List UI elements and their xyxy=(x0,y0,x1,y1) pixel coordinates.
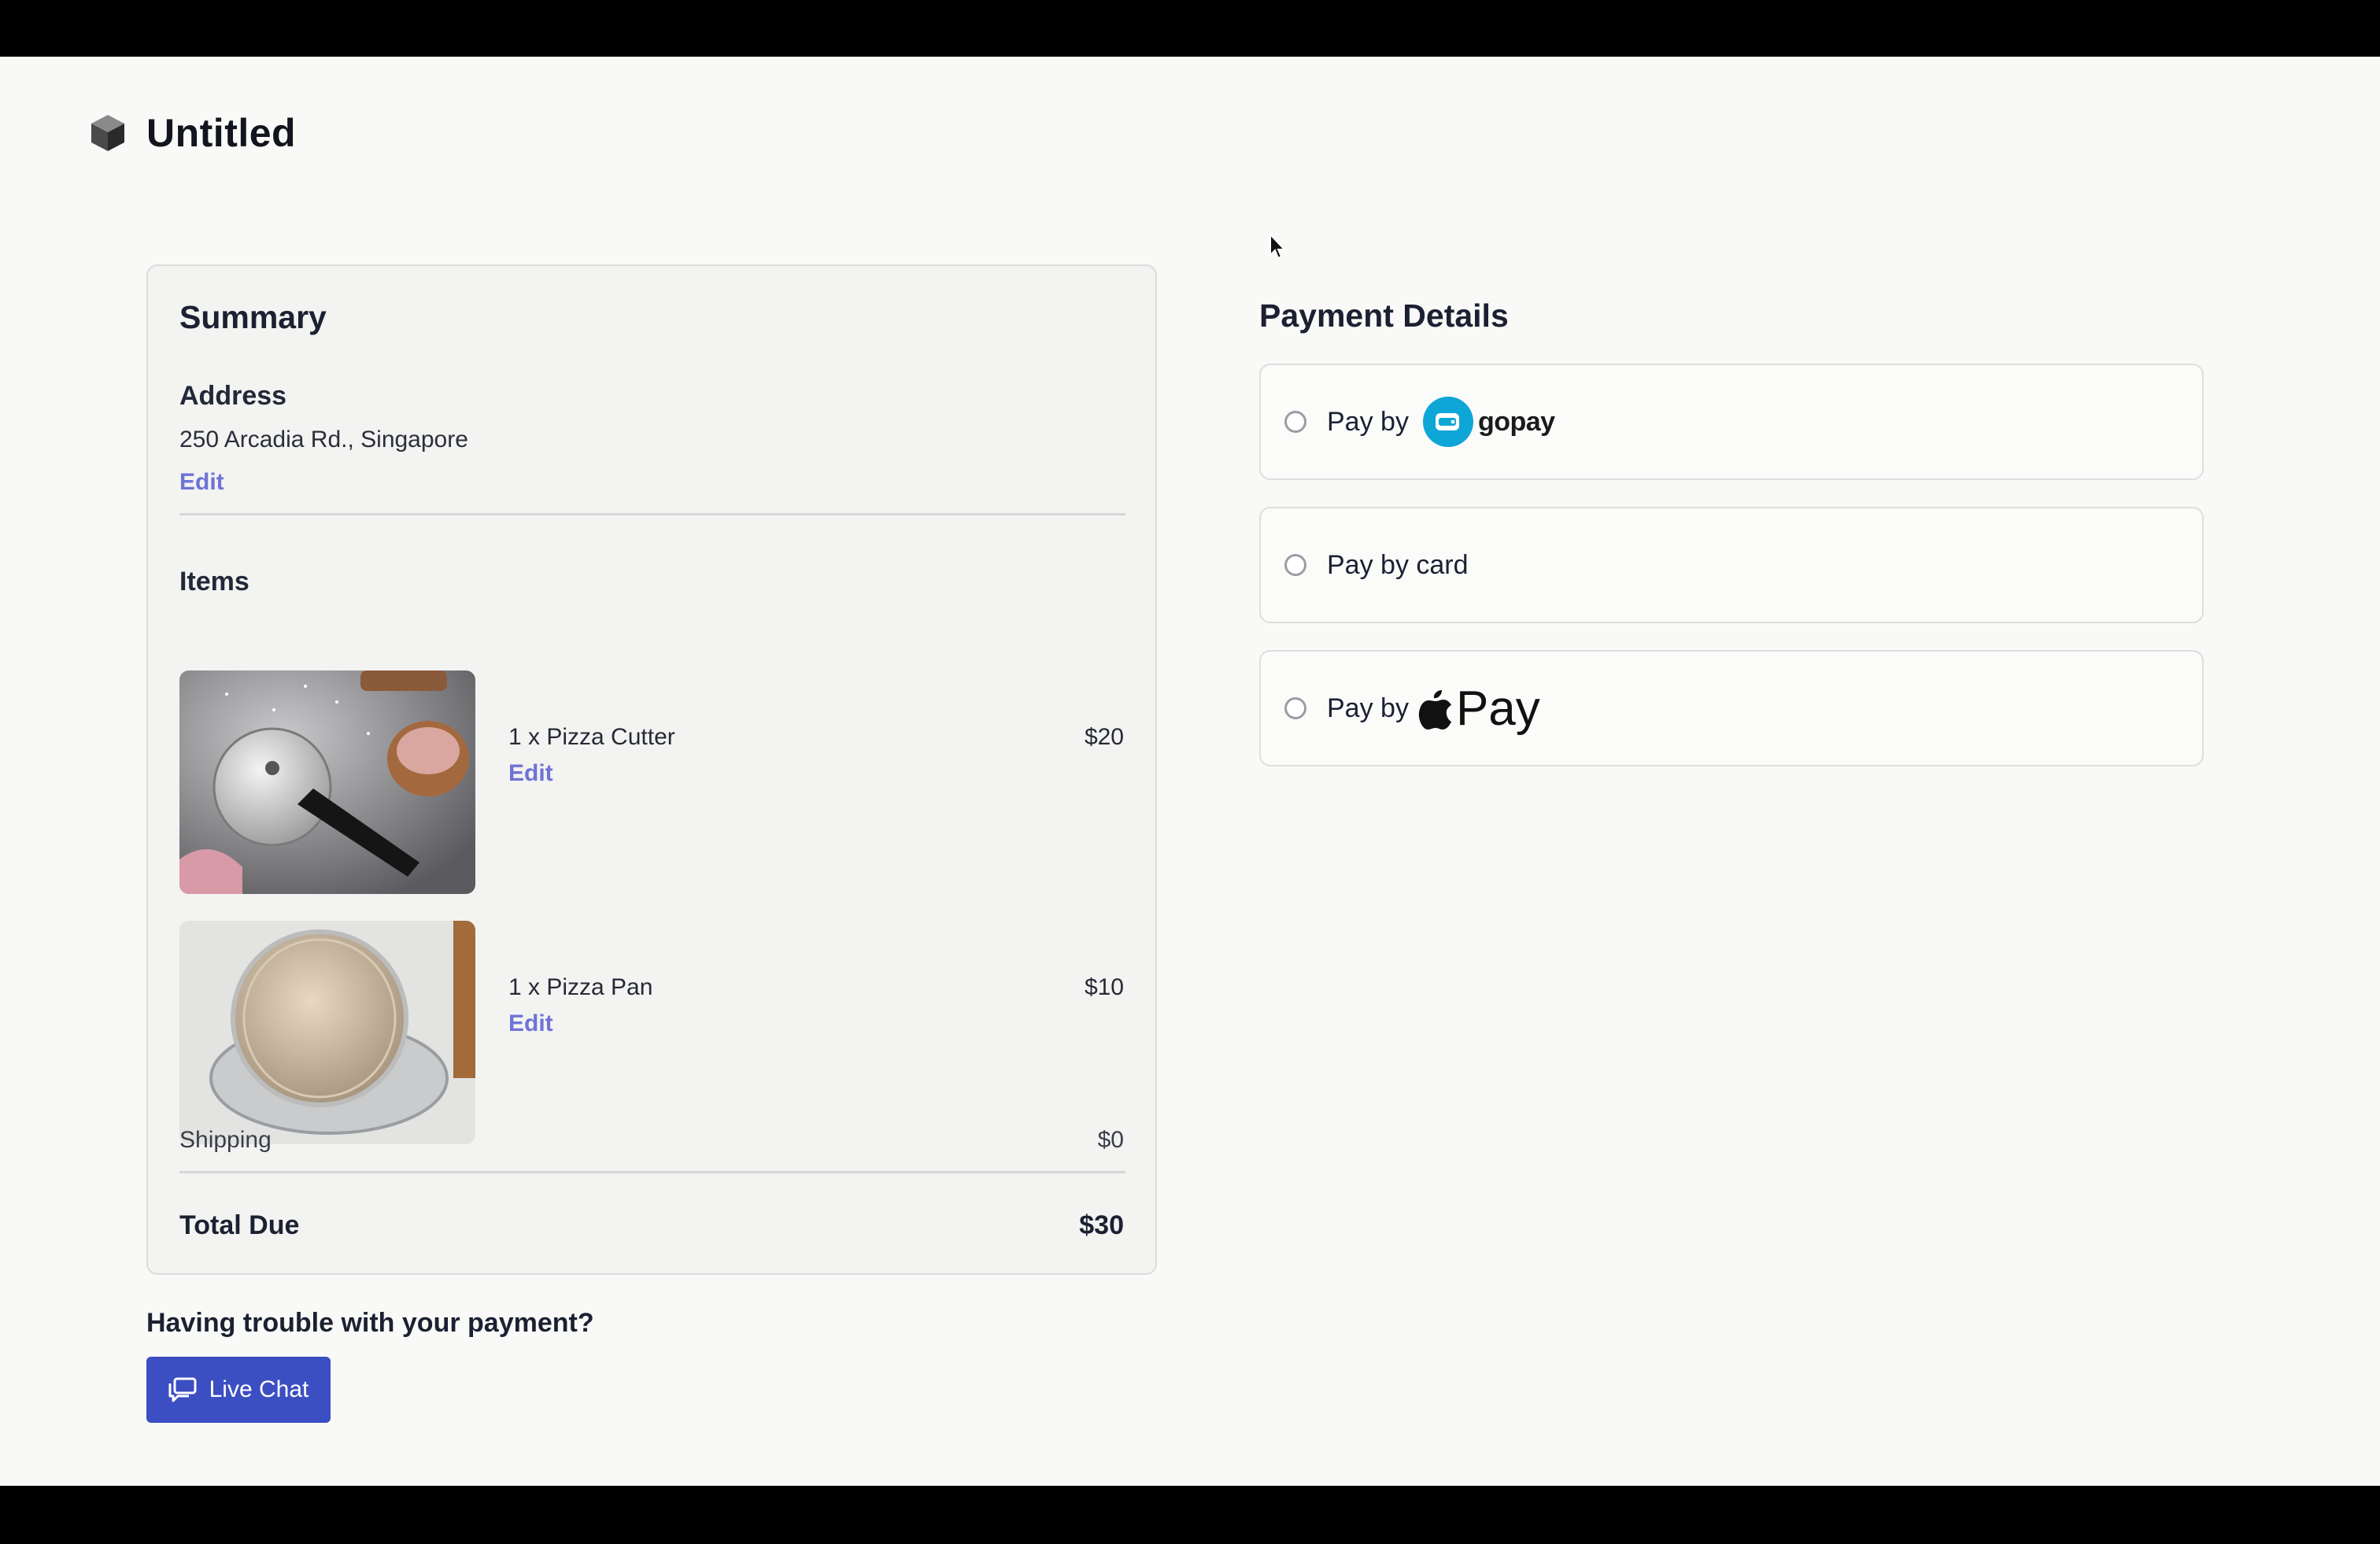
gopay-logo: gopay xyxy=(1422,397,1555,447)
checkout-page: Untitled Summary Address 250 Arcadia Rd.… xyxy=(0,57,2380,1486)
payment-heading: Payment Details xyxy=(1259,297,1509,334)
mouse-cursor-icon xyxy=(1269,233,1286,260)
order-summary-card: Summary Address 250 Arcadia Rd., Singapo… xyxy=(146,264,1157,1275)
live-chat-button[interactable]: Live Chat xyxy=(146,1357,331,1423)
item-price: $10 xyxy=(1084,974,1124,1000)
live-chat-label: Live Chat xyxy=(209,1376,309,1402)
item-name: 1 x Pizza Pan xyxy=(508,974,653,1000)
divider xyxy=(179,513,1125,515)
pay-card-option[interactable]: Pay by card xyxy=(1259,507,2204,623)
items-label: Items xyxy=(179,567,249,597)
gopay-wordmark: gopay xyxy=(1477,406,1555,437)
total-due-label: Total Due xyxy=(179,1210,300,1240)
summary-heading: Summary xyxy=(179,299,327,335)
pay-by-label: Pay by xyxy=(1327,693,1409,723)
edit-item-link[interactable]: Edit xyxy=(508,760,553,787)
item-name: 1 x Pizza Cutter xyxy=(508,724,675,750)
edit-address-link[interactable]: Edit xyxy=(179,469,224,496)
address-label: Address xyxy=(179,381,287,411)
pizza-cutter-image xyxy=(179,670,475,894)
card-radio[interactable] xyxy=(1284,554,1306,576)
apple-pay-radio[interactable] xyxy=(1284,697,1306,719)
apple-pay-wordmark: Pay xyxy=(1455,681,1540,736)
shipping-label: Shipping xyxy=(179,1127,272,1153)
address-text: 250 Arcadia Rd., Singapore xyxy=(179,427,468,452)
total-due-value: $30 xyxy=(1079,1210,1124,1240)
edit-item-link[interactable]: Edit xyxy=(508,1010,553,1037)
app-header: Untitled xyxy=(90,110,296,156)
wallet-icon xyxy=(1422,397,1473,447)
apple-icon xyxy=(1418,690,1451,730)
app-title: Untitled xyxy=(146,111,297,155)
gopay-radio[interactable] xyxy=(1284,411,1306,433)
pay-by-label: Pay by xyxy=(1327,406,1409,437)
pizza-pan-image xyxy=(179,921,475,1144)
item-price: $20 xyxy=(1084,724,1124,750)
pay-gopay-option[interactable]: Pay by gopay xyxy=(1259,364,2204,480)
cube-logo-icon xyxy=(91,115,124,151)
pay-by-card-label: Pay by card xyxy=(1327,549,1469,580)
shipping-value: $0 xyxy=(1097,1127,1124,1153)
divider xyxy=(179,1171,1125,1173)
chat-bubbles-icon xyxy=(168,1377,197,1402)
pay-apple-pay-option[interactable]: Pay by Pay xyxy=(1259,650,2204,766)
help-question: Having trouble with your payment? xyxy=(146,1308,594,1338)
apple-pay-logo: Pay xyxy=(1418,681,1540,737)
